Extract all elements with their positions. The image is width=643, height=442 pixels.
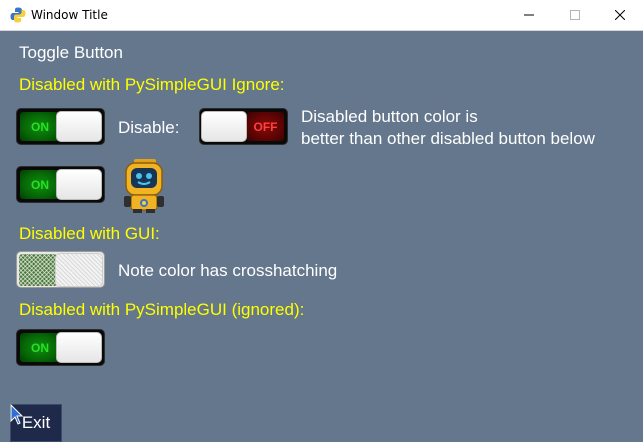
note1-line1: Disabled button color is — [301, 107, 478, 126]
note2-label: Note color has crosshatching — [118, 261, 338, 280]
toggle-on-1[interactable]: ON — [16, 108, 105, 145]
maximize-button[interactable] — [552, 0, 598, 30]
toggle-knob — [56, 332, 102, 363]
disable-label: Disable: — [118, 118, 180, 137]
close-button[interactable] — [597, 0, 643, 30]
section2-label: Disabled with GUI: — [19, 224, 160, 243]
section3-label: Disabled with PySimpleGUI (ignored): — [19, 300, 305, 319]
window-title: Window Title — [31, 8, 108, 22]
minimize-button[interactable] — [506, 0, 552, 30]
section1-label: Disabled with PySimpleGUI Ignore: — [19, 75, 285, 94]
robot-icon — [124, 159, 164, 213]
disable-toggle[interactable]: OFF — [199, 108, 288, 145]
maximize-icon — [570, 10, 580, 20]
note1-line2: better than other disabled button below — [301, 129, 595, 148]
toggle-disabled-gui: ON — [16, 251, 105, 288]
toggle-on-text: ON — [20, 112, 60, 141]
toggle-off-text: OFF — [247, 112, 284, 141]
cursor-icon — [10, 404, 24, 425]
heading-label: Toggle Button — [19, 43, 123, 62]
minimize-icon — [524, 14, 534, 16]
toggle-on-text: ON — [19, 254, 57, 286]
python-icon — [10, 7, 26, 23]
toggle-knob — [55, 253, 103, 287]
close-icon — [615, 10, 625, 20]
title-bar: Window Title — [0, 0, 643, 31]
toggle-on-text: ON — [20, 333, 60, 362]
toggle-knob — [201, 111, 247, 142]
toggle-knob — [56, 111, 102, 142]
toggle-on-2[interactable]: ON — [16, 166, 105, 203]
toggle-on-3[interactable]: ON — [16, 329, 105, 366]
toggle-on-text: ON — [20, 170, 60, 199]
toggle-knob — [56, 169, 102, 200]
